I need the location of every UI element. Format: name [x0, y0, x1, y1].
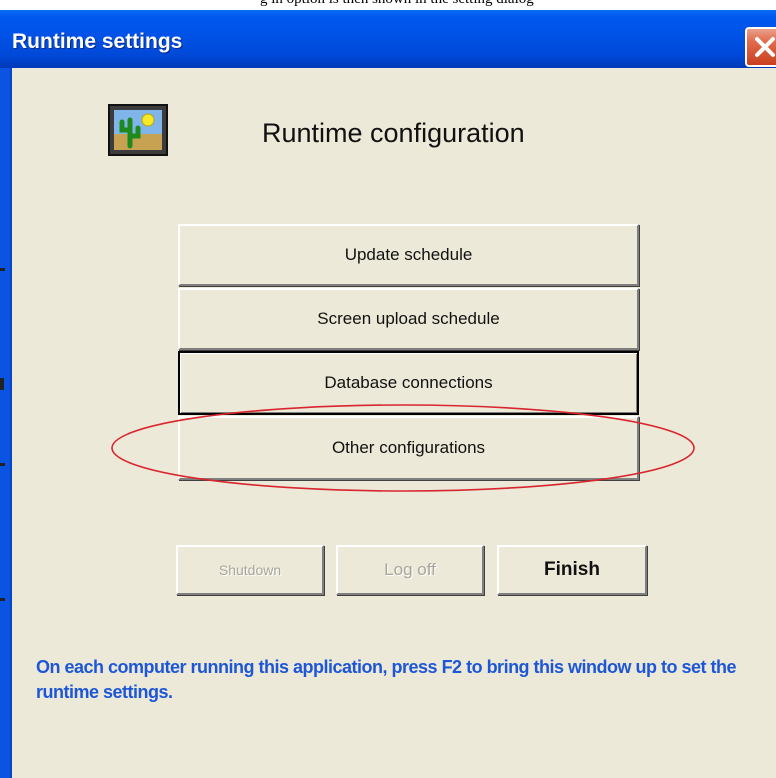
- window-left-border: [0, 68, 10, 778]
- page-edge-mark: [0, 598, 5, 601]
- database-connections-button[interactable]: Database connections: [178, 351, 639, 415]
- log-off-button[interactable]: Log off: [336, 545, 484, 595]
- document-page-strip: g in option is then shown in the setting…: [0, 0, 776, 10]
- page-edge-mark: [0, 378, 4, 390]
- shutdown-button[interactable]: Shutdown: [176, 545, 324, 595]
- screen-upload-schedule-button[interactable]: Screen upload schedule: [178, 288, 639, 350]
- document-text-fragment: g in option is then shown in the setting…: [260, 0, 534, 8]
- window-left-border-shade: [10, 68, 12, 778]
- page-heading: Runtime configuration: [262, 118, 525, 148]
- page-edge-mark: [0, 463, 5, 466]
- window-title: Runtime settings: [12, 30, 183, 53]
- cactus-sun-app-icon: [108, 104, 168, 156]
- finish-button[interactable]: Finish: [497, 545, 647, 595]
- other-configurations-button[interactable]: Other configurations: [178, 416, 639, 480]
- update-schedule-button[interactable]: Update schedule: [178, 224, 639, 286]
- help-note: On each computer running this applicatio…: [36, 657, 737, 702]
- title-bar[interactable]: Runtime settings: [0, 10, 776, 68]
- close-button[interactable]: [745, 27, 776, 67]
- page-edge-mark: [0, 268, 5, 271]
